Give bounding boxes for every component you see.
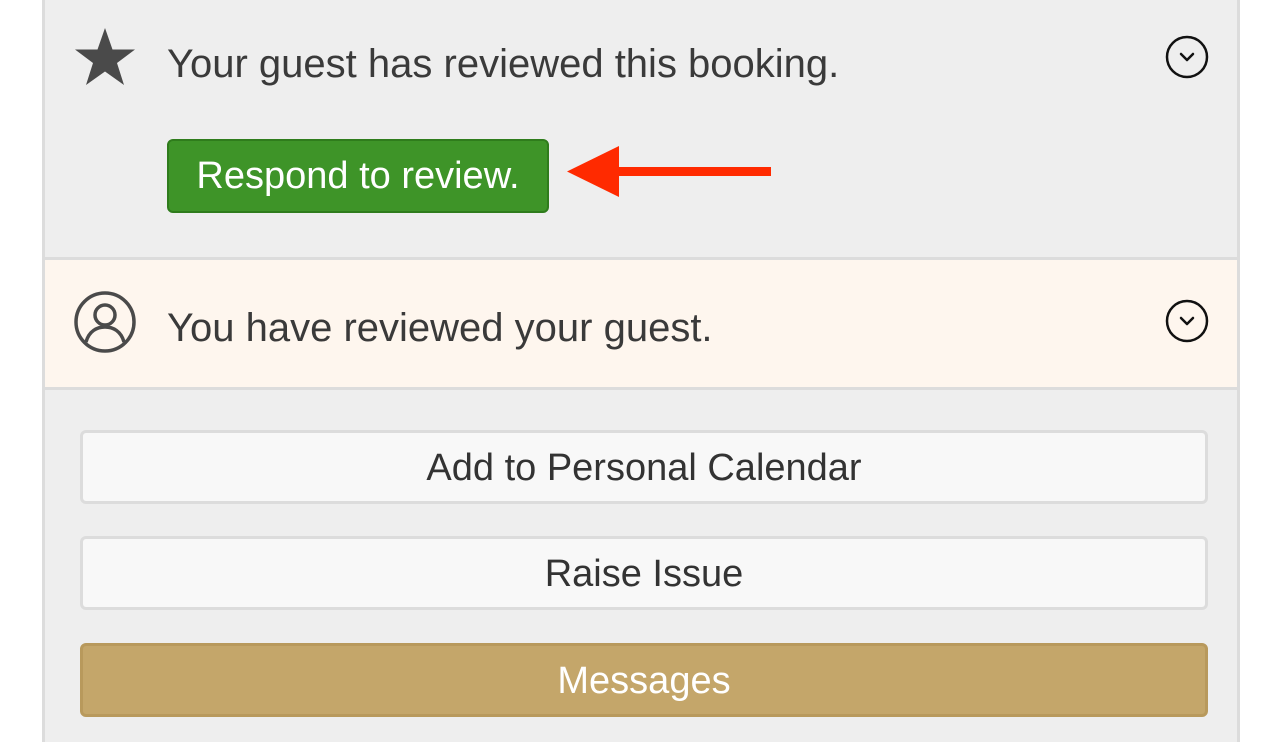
booking-review-panel: Your guest has reviewed this booking. Re… [42, 0, 1240, 742]
user-circle-icon [74, 291, 136, 353]
guest-review-section: Your guest has reviewed this booking. Re… [45, 0, 1237, 260]
raise-issue-button[interactable]: Raise Issue [80, 536, 1208, 610]
guest-review-message: Your guest has reviewed this booking. [167, 42, 840, 86]
chevron-down-icon[interactable] [1165, 299, 1209, 343]
booking-actions: Add to Personal Calendar Raise Issue Mes… [45, 390, 1237, 742]
chevron-down-icon[interactable] [1165, 35, 1209, 79]
host-review-section: You have reviewed your guest. [45, 260, 1237, 390]
annotation-arrow [567, 146, 771, 197]
host-review-message: You have reviewed your guest. [167, 306, 713, 350]
add-to-calendar-button[interactable]: Add to Personal Calendar [80, 430, 1208, 504]
respond-to-review-button[interactable]: Respond to review. [167, 139, 549, 213]
messages-button[interactable]: Messages [80, 643, 1208, 717]
star-icon [75, 28, 135, 85]
